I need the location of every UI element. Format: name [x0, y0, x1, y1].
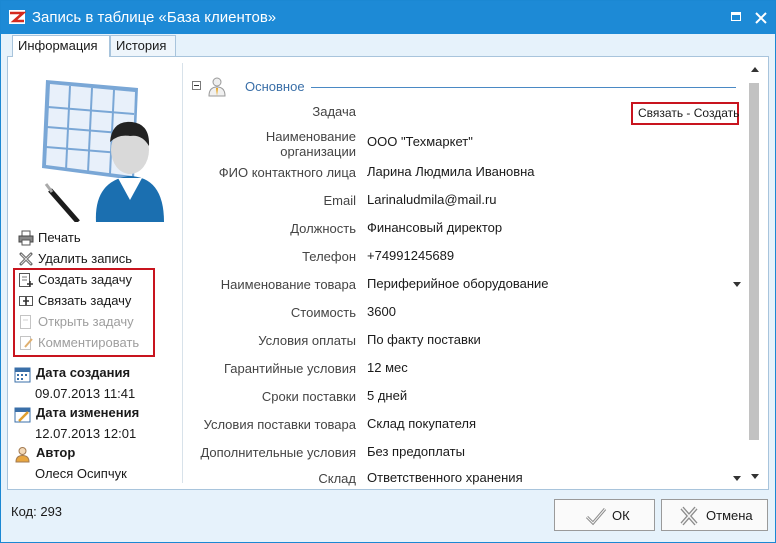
field-value-contact-name[interactable]: Ларина Людмила Ивановна	[367, 158, 535, 186]
field-value-warranty[interactable]: 12 мес	[367, 354, 408, 382]
created-date-value: 09.07.2013 11:41	[35, 386, 136, 401]
title-bar: Запись в таблице «База клиентов»	[1, 1, 775, 34]
field-label-email: Email	[323, 192, 356, 208]
record-code: Код: 293	[11, 504, 62, 519]
field-label-contact-name: ФИО контактного лица	[218, 164, 356, 180]
field-value-product[interactable]: Периферийное оборудование	[367, 270, 549, 298]
info-panel: Печать Удалить запись Создать задачу Свя…	[7, 56, 769, 490]
comment-label: Комментировать	[38, 335, 140, 350]
field-label-task: Задача	[312, 103, 356, 119]
calendar-edit-icon	[14, 407, 31, 423]
comment-icon	[20, 336, 33, 350]
field-value-payment-terms[interactable]: По факту поставки	[367, 326, 481, 354]
field-label-product: Наименование товара	[220, 276, 356, 292]
ok-button[interactable]: ОК	[554, 499, 655, 531]
field-value-organization[interactable]: ООО "Техмаркет"	[367, 127, 473, 157]
field-label-phone: Телефон	[302, 248, 356, 264]
group-header-main: Основное	[190, 75, 736, 97]
field-row-additional-terms: Дополнительные условия Без предоплаты	[183, 438, 743, 466]
cancel-x-icon	[680, 506, 698, 526]
group-divider-line	[311, 87, 736, 88]
tab-history-label: История	[116, 38, 167, 53]
checkmark-icon	[585, 508, 607, 526]
field-row-warehouse: Склад Ответственного хранения	[183, 466, 743, 488]
field-label-warranty: Гарантийные условия	[223, 360, 356, 376]
field-value-additional-terms[interactable]: Без предоплаты	[367, 438, 465, 466]
open-task-icon	[20, 315, 31, 329]
field-row-cost: Стоимость 3600	[183, 298, 743, 326]
tab-information-label: Информация	[18, 38, 98, 53]
print-label: Печать	[38, 230, 81, 245]
delete-record-label: Удалить запись	[38, 251, 133, 266]
field-row-payment-terms: Условия оплаты По факту поставки	[183, 326, 743, 354]
modified-date-value: 12.07.2013 12:01	[35, 426, 137, 441]
field-value-cost[interactable]: 3600	[367, 298, 396, 326]
user-icon	[15, 447, 30, 463]
cancel-button-label: Отмена	[706, 508, 753, 523]
field-row-warranty: Гарантийные условия 12 мес	[183, 354, 743, 382]
modified-date-label: Дата изменения	[36, 405, 140, 420]
record-code-label: Код:	[11, 504, 37, 519]
tab-history[interactable]: История	[110, 35, 176, 56]
field-row-contact-name: ФИО контактного лица Ларина Людмила Иван…	[183, 158, 743, 186]
field-label-warehouse: Склад	[318, 470, 356, 486]
cancel-button[interactable]: Отмена	[661, 499, 768, 531]
contact-person-icon	[208, 77, 226, 97]
vertical-scrollbar[interactable]	[748, 63, 762, 485]
field-row-organization: Наименование организации ООО "Техмаркет"	[183, 127, 743, 161]
field-label-payment-terms: Условия оплаты	[258, 332, 356, 348]
field-value-delivery-time[interactable]: 5 дней	[367, 382, 407, 410]
author-value: Олеся Осипчук	[35, 466, 127, 481]
group-title: Основное	[245, 79, 305, 94]
ok-button-label: ОК	[612, 508, 630, 523]
field-row-email: Email Larinaludmila@mail.ru	[183, 186, 743, 214]
field-row-product: Наименование товара Периферийное оборудо…	[183, 270, 743, 298]
field-value-position[interactable]: Финансовый директор	[367, 214, 502, 242]
printer-icon	[18, 230, 34, 246]
field-label-delivery-terms: Условия поставки товара	[203, 416, 356, 432]
close-icon[interactable]	[752, 9, 770, 27]
create-task-label: Создать задачу	[38, 272, 133, 287]
client-avatar-icon	[42, 80, 164, 222]
field-row-phone: Телефон +74991245689	[183, 242, 743, 270]
record-window: Запись в таблице «База клиентов» Информа…	[0, 0, 776, 543]
field-label-cost: Стоимость	[290, 304, 356, 320]
field-row-task: Задача	[183, 97, 743, 125]
maximize-icon[interactable]	[728, 9, 746, 27]
window-title: Запись в таблице «База клиентов»	[32, 9, 277, 26]
record-code-value: 293	[40, 504, 63, 519]
field-value-phone[interactable]: +74991245689	[367, 242, 454, 270]
field-row-delivery-time: Сроки поставки 5 дней	[183, 382, 743, 410]
scroll-up-arrow-icon[interactable]	[751, 67, 759, 72]
field-row-delivery-terms: Условия поставки товара Склад покупателя	[183, 410, 743, 438]
created-date-label: Дата создания	[36, 365, 131, 380]
link-task-label: Связать задачу	[38, 293, 132, 308]
field-value-delivery-terms[interactable]: Склад покупателя	[367, 410, 476, 438]
open-task-label: Открыть задачу	[38, 314, 134, 329]
field-label-organization: Наименование организации	[265, 129, 356, 159]
collapse-toggle-icon[interactable]	[192, 81, 201, 90]
tab-information[interactable]: Информация	[12, 35, 110, 57]
delete-icon	[19, 252, 33, 266]
field-label-delivery-time: Сроки поставки	[261, 388, 356, 404]
field-row-position: Должность Финансовый директор	[183, 214, 743, 242]
field-value-warehouse[interactable]: Ответственного хранения	[367, 466, 523, 490]
link-task-icon	[19, 296, 33, 306]
calendar-icon	[14, 367, 31, 383]
warehouse-dropdown-arrow-icon[interactable]	[733, 476, 741, 481]
scroll-down-arrow-icon[interactable]	[751, 474, 759, 479]
product-dropdown-arrow-icon[interactable]	[733, 282, 741, 287]
create-task-icon	[19, 273, 33, 287]
author-label: Автор	[36, 445, 76, 460]
field-label-additional-terms: Дополнительные условия	[200, 444, 356, 460]
app-logo-icon	[9, 10, 26, 24]
scroll-thumb[interactable]	[749, 83, 759, 440]
field-value-email[interactable]: Larinaludmila@mail.ru	[367, 186, 497, 214]
field-label-position: Должность	[290, 220, 356, 236]
